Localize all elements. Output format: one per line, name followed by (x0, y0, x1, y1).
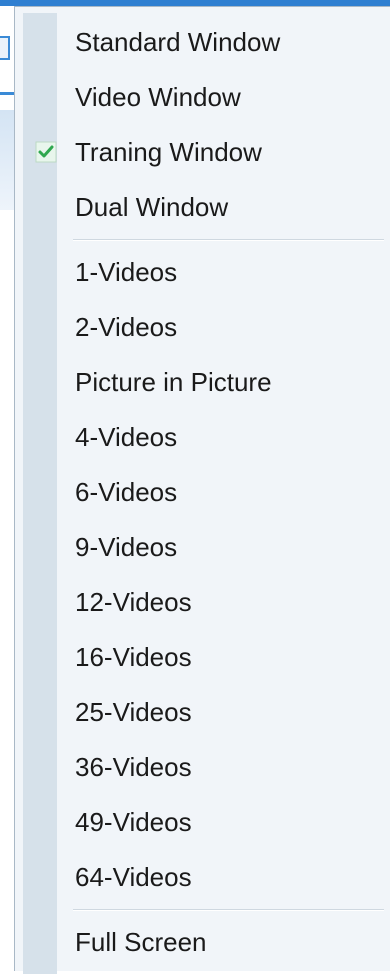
menu-item-label: 49-Videos (75, 807, 192, 837)
menu-item-36-videos[interactable]: 36-Videos (15, 740, 390, 795)
menu-item-9-videos[interactable]: 9-Videos (15, 520, 390, 575)
menu-item-6-videos[interactable]: 6-Videos (15, 465, 390, 520)
menu-item-label: 36-Videos (75, 752, 192, 782)
menu-item-64-videos[interactable]: 64-Videos (15, 850, 390, 905)
menu-item-label: 4-Videos (75, 422, 178, 452)
menu-item-1-videos[interactable]: 1-Videos (15, 245, 390, 300)
context-menu: Standard Window Video Window Traning Win… (14, 6, 390, 974)
menu-item-12-videos[interactable]: 12-Videos (15, 575, 390, 630)
checkmark-icon (35, 141, 57, 163)
menu-item-label: 2-Videos (75, 312, 178, 342)
menu-item-video-window[interactable]: Video Window (15, 70, 390, 125)
menu-item-49-videos[interactable]: 49-Videos (15, 795, 390, 850)
menu-item-4-videos[interactable]: 4-Videos (15, 410, 390, 465)
menu-item-2-videos[interactable]: 2-Videos (15, 300, 390, 355)
menu-item-label: Standard Window (75, 27, 281, 57)
menu-item-standard-window[interactable]: Standard Window (15, 15, 390, 70)
background-panel (0, 110, 14, 210)
menu-item-label: Traning Window (75, 137, 262, 167)
menu-item-label: 6-Videos (75, 477, 178, 507)
menu-item-25-videos[interactable]: 25-Videos (15, 685, 390, 740)
background-control (0, 36, 10, 60)
menu-separator (73, 909, 384, 911)
menu-item-label: 64-Videos (75, 862, 192, 892)
menu-item-label: 12-Videos (75, 587, 192, 617)
menu-item-traning-window[interactable]: Traning Window (15, 125, 390, 180)
menu-item-label: Video Window (75, 82, 241, 112)
menu-item-label: 25-Videos (75, 697, 192, 727)
menu-separator (73, 239, 384, 241)
menu-item-label: 16-Videos (75, 642, 192, 672)
menu-item-label: Full Screen (75, 927, 207, 957)
menu-item-label: 9-Videos (75, 532, 178, 562)
menu-item-full-screen[interactable]: Full Screen (15, 915, 390, 970)
menu-item-label: Picture in Picture (75, 367, 272, 397)
menu-item-dual-window[interactable]: Dual Window (15, 180, 390, 235)
menu-item-label: 1-Videos (75, 257, 178, 287)
menu-item-16-videos[interactable]: 16-Videos (15, 630, 390, 685)
menu-item-picture-in-picture[interactable]: Picture in Picture (15, 355, 390, 410)
menu-item-label: Dual Window (75, 192, 229, 222)
